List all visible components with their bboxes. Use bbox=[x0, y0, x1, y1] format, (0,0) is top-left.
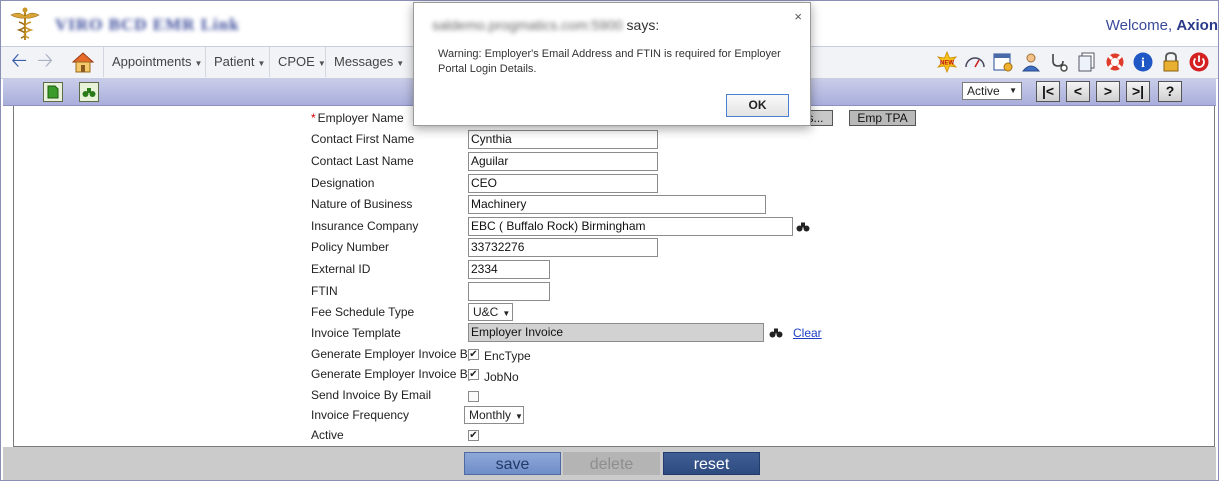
invoice-template-label: Invoice Template bbox=[311, 326, 401, 340]
generate-invoice-by-label-2: Generate Employer Invoice By bbox=[311, 367, 474, 381]
caduceus-logo-icon bbox=[10, 7, 40, 40]
nature-of-business-label: Nature of Business bbox=[311, 197, 413, 211]
delete-button[interactable]: delete bbox=[563, 452, 660, 475]
policy-number-label: Policy Number bbox=[311, 240, 390, 254]
save-button[interactable]: save bbox=[464, 452, 561, 475]
invoice-frequency-label: Invoice Frequency bbox=[311, 408, 410, 422]
generate-invoice-by-label-1: Generate Employer Invoice By bbox=[311, 347, 474, 361]
tool-icons: NEW i bbox=[936, 51, 1210, 75]
app-window: VIRO BCD EMR Link Welcome, Axion 🡠 🡢 App… bbox=[0, 0, 1219, 481]
stethoscope-icon[interactable] bbox=[1048, 51, 1070, 73]
new-badge-text: NEW bbox=[940, 61, 954, 67]
lifebuoy-icon[interactable] bbox=[1104, 51, 1126, 73]
calendar-icon[interactable] bbox=[992, 51, 1014, 73]
user-icon[interactable] bbox=[1020, 51, 1042, 73]
help-button[interactable]: ? bbox=[1158, 81, 1182, 102]
contact-last-name-label: Contact Last Name bbox=[311, 154, 414, 168]
reset-button[interactable]: reset bbox=[663, 452, 760, 475]
nature-of-business-field[interactable]: Machinery bbox=[468, 195, 766, 214]
clear-invoice-template-link[interactable]: Clear bbox=[793, 326, 822, 340]
insurance-company-label: Insurance Company bbox=[311, 219, 419, 233]
menu-appointments[interactable]: Appointments ▼ bbox=[103, 47, 210, 77]
home-icon[interactable] bbox=[71, 51, 95, 73]
enctype-checkbox[interactable]: ✔ bbox=[468, 349, 479, 360]
designation-field[interactable]: CEO bbox=[468, 174, 658, 193]
fee-schedule-type-select[interactable]: U&C ▼ bbox=[468, 303, 513, 321]
alert-dialog: saldemo.progmatics.com:5900 says: × Warn… bbox=[413, 2, 811, 126]
enctype-label: EncType bbox=[484, 349, 531, 363]
lock-icon[interactable] bbox=[1160, 51, 1182, 73]
insurance-company-field[interactable]: EBC ( Buffalo Rock) Birmingham bbox=[468, 217, 793, 236]
new-record-button[interactable] bbox=[43, 82, 63, 102]
employer-form: s... Emp TPA * Employer Name Contact Firs… bbox=[13, 106, 1215, 447]
required-asterisk-icon: * bbox=[311, 111, 316, 125]
invoice-frequency-select[interactable]: Monthly ▼ bbox=[464, 406, 524, 424]
next-record-button[interactable]: > bbox=[1096, 81, 1120, 102]
caret-down-icon: ▼ bbox=[515, 412, 523, 421]
fee-schedule-value: U&C bbox=[473, 305, 499, 319]
menu-patient[interactable]: Patient ▼ bbox=[205, 47, 273, 77]
caret-down-icon: ▼ bbox=[396, 59, 405, 68]
svg-text:i: i bbox=[1141, 56, 1145, 71]
send-invoice-by-email-label: Send Invoice By Email bbox=[311, 388, 432, 402]
forward-arrow-icon[interactable]: 🡢 bbox=[37, 51, 53, 71]
menu-label: Appointments bbox=[112, 54, 192, 69]
welcome-text: Welcome, bbox=[1105, 17, 1173, 34]
ok-button[interactable]: OK bbox=[726, 94, 789, 117]
caret-down-icon: ▼ bbox=[194, 59, 203, 68]
dialog-title: saldemo.progmatics.com:5900 says: bbox=[432, 17, 659, 33]
dialog-says: says: bbox=[626, 17, 660, 33]
external-id-field[interactable]: 2334 bbox=[468, 260, 550, 279]
dashboard-icon[interactable] bbox=[964, 51, 986, 73]
search-record-button[interactable] bbox=[79, 82, 99, 102]
designation-label: Designation bbox=[311, 176, 375, 190]
new-document-icon bbox=[47, 85, 59, 99]
contact-last-name-field[interactable]: Aguilar bbox=[468, 152, 658, 171]
menu-messages[interactable]: Messages ▼ bbox=[325, 47, 412, 77]
caret-down-icon: ▼ bbox=[257, 59, 266, 68]
app-title: VIRO BCD EMR Link bbox=[55, 15, 240, 34]
active-label: Active bbox=[311, 428, 344, 442]
external-id-label: External ID bbox=[311, 262, 371, 276]
form-footer: save delete reset bbox=[3, 447, 1216, 480]
insurance-search-binoculars-icon[interactable] bbox=[796, 220, 810, 233]
status-filter-select[interactable]: Active ▼ bbox=[962, 82, 1022, 100]
ftin-label: FTIN bbox=[311, 284, 338, 298]
policy-number-field[interactable]: 33732276 bbox=[468, 238, 658, 257]
status-value: Active bbox=[967, 84, 1000, 98]
menu-label: CPOE bbox=[278, 54, 315, 69]
power-icon[interactable] bbox=[1188, 51, 1210, 73]
documents-icon[interactable] bbox=[1076, 51, 1098, 73]
menu-label: Patient bbox=[214, 54, 255, 69]
back-arrow-icon[interactable]: 🡠 bbox=[11, 51, 27, 71]
last-record-button[interactable]: >| bbox=[1126, 81, 1150, 102]
caret-down-icon: ▼ bbox=[1009, 86, 1017, 95]
invoice-template-binoculars-icon[interactable] bbox=[769, 326, 783, 339]
contact-first-name-field[interactable]: Cynthia bbox=[468, 130, 658, 149]
previous-record-button[interactable]: < bbox=[1066, 81, 1090, 102]
welcome-message: Welcome, Axion bbox=[1106, 17, 1218, 34]
ftin-field[interactable] bbox=[468, 282, 550, 301]
dialog-message: Warning: Employer's Email Address and FT… bbox=[438, 48, 781, 75]
send-invoice-by-email-checkbox[interactable] bbox=[468, 391, 479, 402]
user-name: Axion bbox=[1176, 17, 1218, 34]
new-icon[interactable]: NEW bbox=[936, 51, 958, 73]
label-text: Employer Name bbox=[317, 111, 404, 125]
contact-first-name-label: Contact First Name bbox=[311, 132, 415, 146]
first-record-button[interactable]: |< bbox=[1036, 81, 1060, 102]
emp-tpa-button[interactable]: Emp TPA bbox=[849, 110, 916, 126]
binoculars-icon bbox=[82, 88, 96, 97]
info-icon[interactable]: i bbox=[1132, 51, 1154, 73]
fee-schedule-type-label: Fee Schedule Type bbox=[311, 305, 415, 319]
jobno-label: JobNo bbox=[484, 370, 519, 384]
close-icon[interactable]: × bbox=[794, 9, 802, 24]
caret-down-icon: ▼ bbox=[502, 309, 511, 318]
invoice-template-field[interactable]: Employer Invoice bbox=[468, 323, 764, 342]
dialog-origin: saldemo.progmatics.com:5900 bbox=[432, 17, 623, 33]
invoice-frequency-value: Monthly bbox=[469, 408, 512, 422]
employer-name-label: * Employer Name bbox=[311, 111, 404, 125]
jobno-checkbox[interactable]: ✔ bbox=[468, 369, 479, 380]
active-checkbox[interactable]: ✔ bbox=[468, 430, 479, 441]
menu-label: Messages bbox=[334, 54, 394, 69]
